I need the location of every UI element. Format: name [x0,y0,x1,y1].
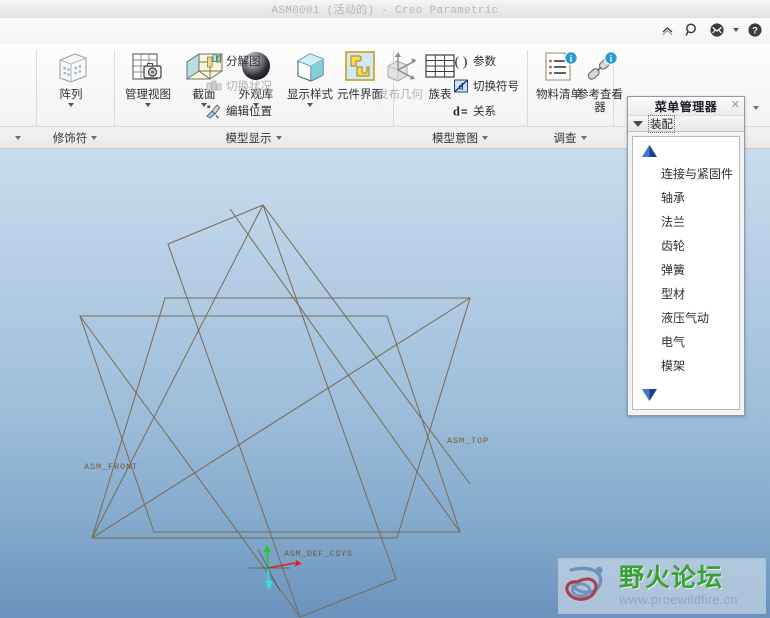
butterfly-logo-icon [561,562,617,610]
ribbon-button-edit-position[interactable]: 编辑位置 [205,100,272,121]
ribbon-button-label: 参数 [473,55,496,68]
chevron-down-icon[interactable] [68,102,74,107]
ribbon-group-decorations[interactable]: 修饰符 [36,127,114,149]
menu-item-label: 法兰 [661,214,686,229]
ribbon-group-label: 模型意图 [432,133,478,145]
menu-manager-header-label: 装配 [648,114,675,133]
ribbon-group-label: 调查 [553,133,577,145]
ribbon-group-investigate[interactable]: 调查 [527,127,613,149]
menu-item-bearings[interactable]: 轴承 [633,185,739,209]
menu-item-flanges[interactable]: 法兰 [633,209,739,233]
ribbon-group-label: 模型显示 [225,133,272,145]
feedback-dropdown-icon[interactable] [733,28,739,32]
ribbon-button-label: 阵列 [59,89,83,101]
menu-manager-title-bar: 菜单管理器 ✕ [628,97,744,115]
menu-item-profiles[interactable]: 型材 [633,281,739,305]
ribbon-button-label: 分解图 [226,55,261,68]
menu-item-gears[interactable]: 齿轮 [633,233,739,257]
quick-access-icons: ? [658,21,764,39]
ribbon-button-label: 参考查看器 [577,89,623,114]
chevron-down-icon[interactable] [307,102,313,107]
svg-text:d: d [453,104,460,118]
menu-manager-title: 菜单管理器 [654,99,718,114]
collapse-ribbon-icon[interactable] [658,21,676,39]
quick-access-bar: ? [0,18,770,44]
watermark-brand: 野火论坛 [619,564,724,592]
menu-item-label: 弹簧 [661,262,686,277]
menu-item-hydraulic-pneumatic[interactable]: 液压气动 [633,305,739,329]
chevron-down-icon[interactable] [145,102,151,107]
ribbon-button-parameters[interactable]: ( ) 参数 [452,50,496,71]
ribbon-button-manage-views[interactable]: 管理视图 [121,47,175,123]
ribbon-button-label: 切换状况 [226,80,272,93]
chevron-down-icon[interactable] [482,136,488,140]
menu-manager-list[interactable]: 连接与紧固件 轴承 法兰 齿轮 弹簧 型材 液压气动 电气 模架 [632,136,740,410]
ribbon-button-label: 切换符号 [473,80,519,93]
title-bar: ASM0001 (活动的) - Creo Parametric [0,0,770,18]
ribbon-group-overflow[interactable] [0,127,36,149]
chevron-down-icon[interactable] [275,136,282,140]
ribbon-button-relations[interactable]: d 关系 [452,100,496,121]
ribbon-button-toggle-status[interactable]: 切换状况 [205,75,272,96]
scroll-up-arrow-icon[interactable] [633,141,739,161]
search-icon[interactable] [683,21,701,39]
ribbon-button-reference-viewer[interactable]: i 参考查看器 [573,47,627,123]
ribbon-group-model-intent[interactable]: 模型意图 [393,127,527,149]
manage-views-camera-icon [127,47,169,87]
menu-item-electrical[interactable]: 电气 [633,329,739,353]
ribbon-group-model-display[interactable]: 模型显示 [114,127,393,149]
ribbon-overflow-caret-right[interactable] [753,106,759,110]
ribbon-button-label: 关系 [473,105,496,118]
ribbon-button-display-style[interactable]: 显示样式 [283,47,337,123]
help-icon[interactable]: ? [746,21,764,39]
ribbon-button-pattern[interactable]: 阵列 [44,47,98,123]
menu-item-mold-base[interactable]: 模架 [633,353,739,377]
menu-item-label: 连接与紧固件 [661,166,734,181]
watermark-url: www.proewildfire.cn [619,592,738,607]
edit-position-icon [205,102,222,119]
ribbon-button-exploded-view[interactable]: 分解图 [205,50,261,71]
toggle-status-icon [205,77,222,94]
menu-item-label: 模架 [661,358,686,373]
ribbon-button-label: 管理视图 [125,89,171,101]
chevron-down-icon[interactable] [91,136,98,140]
relations-d-icon: d [452,102,469,119]
svg-text:( ): ( ) [454,55,467,69]
menu-item-label: 轴承 [661,190,686,205]
exploded-view-icon [205,52,222,69]
close-icon[interactable]: ✕ [731,99,740,112]
menu-manager-header[interactable]: 装配 [628,114,744,133]
svg-text:?: ? [752,26,758,37]
feedback-icon[interactable] [708,21,726,39]
caret-down-icon[interactable] [633,120,643,127]
parameters-braces-icon: ( ) [452,52,469,69]
window-title: ASM0001 (活动的) - Creo Parametric [271,5,499,17]
csys-label: ASM_DEF_CSYS [284,549,353,559]
ribbon-button-label: 编辑位置 [226,105,272,118]
menu-item-label: 电气 [661,334,686,349]
display-style-cube-icon [290,47,330,87]
creo-parametric-window: ASM0001 (活动的) - Creo Parametric ? 阵列 管理视… [0,0,770,618]
menu-item-label: 型材 [661,286,686,301]
scroll-down-arrow-icon[interactable] [633,385,658,405]
ribbon-button-label: 显示样式 [287,89,333,101]
menu-item-connectors-fasteners[interactable]: 连接与紧固件 [633,161,739,185]
datum-label-asm-front: ASM_FRONT [84,462,139,472]
menu-item-springs[interactable]: 弹簧 [633,257,739,281]
ribbon-button-switch-symbols[interactable]: d 切换符号 [452,75,519,96]
ribbon-group-label: 修饰符 [52,133,88,145]
menu-item-label: 液压气动 [661,310,710,325]
menu-manager-dialog[interactable]: 菜单管理器 ✕ 装配 连接与紧固件 轴承 法兰 齿轮 弹簧 型材 液压气动 电气… [627,96,745,416]
menu-item-label: 齿轮 [661,238,686,253]
chevron-down-icon[interactable] [580,136,587,140]
reference-viewer-link-info-icon: i [580,47,620,87]
watermark: 野火论坛 www.proewildfire.cn [558,558,766,614]
switch-symbols-icon: d [452,77,469,94]
pattern-cube-icon [51,47,91,87]
datum-label-asm-top: ASM_TOP [447,436,490,446]
